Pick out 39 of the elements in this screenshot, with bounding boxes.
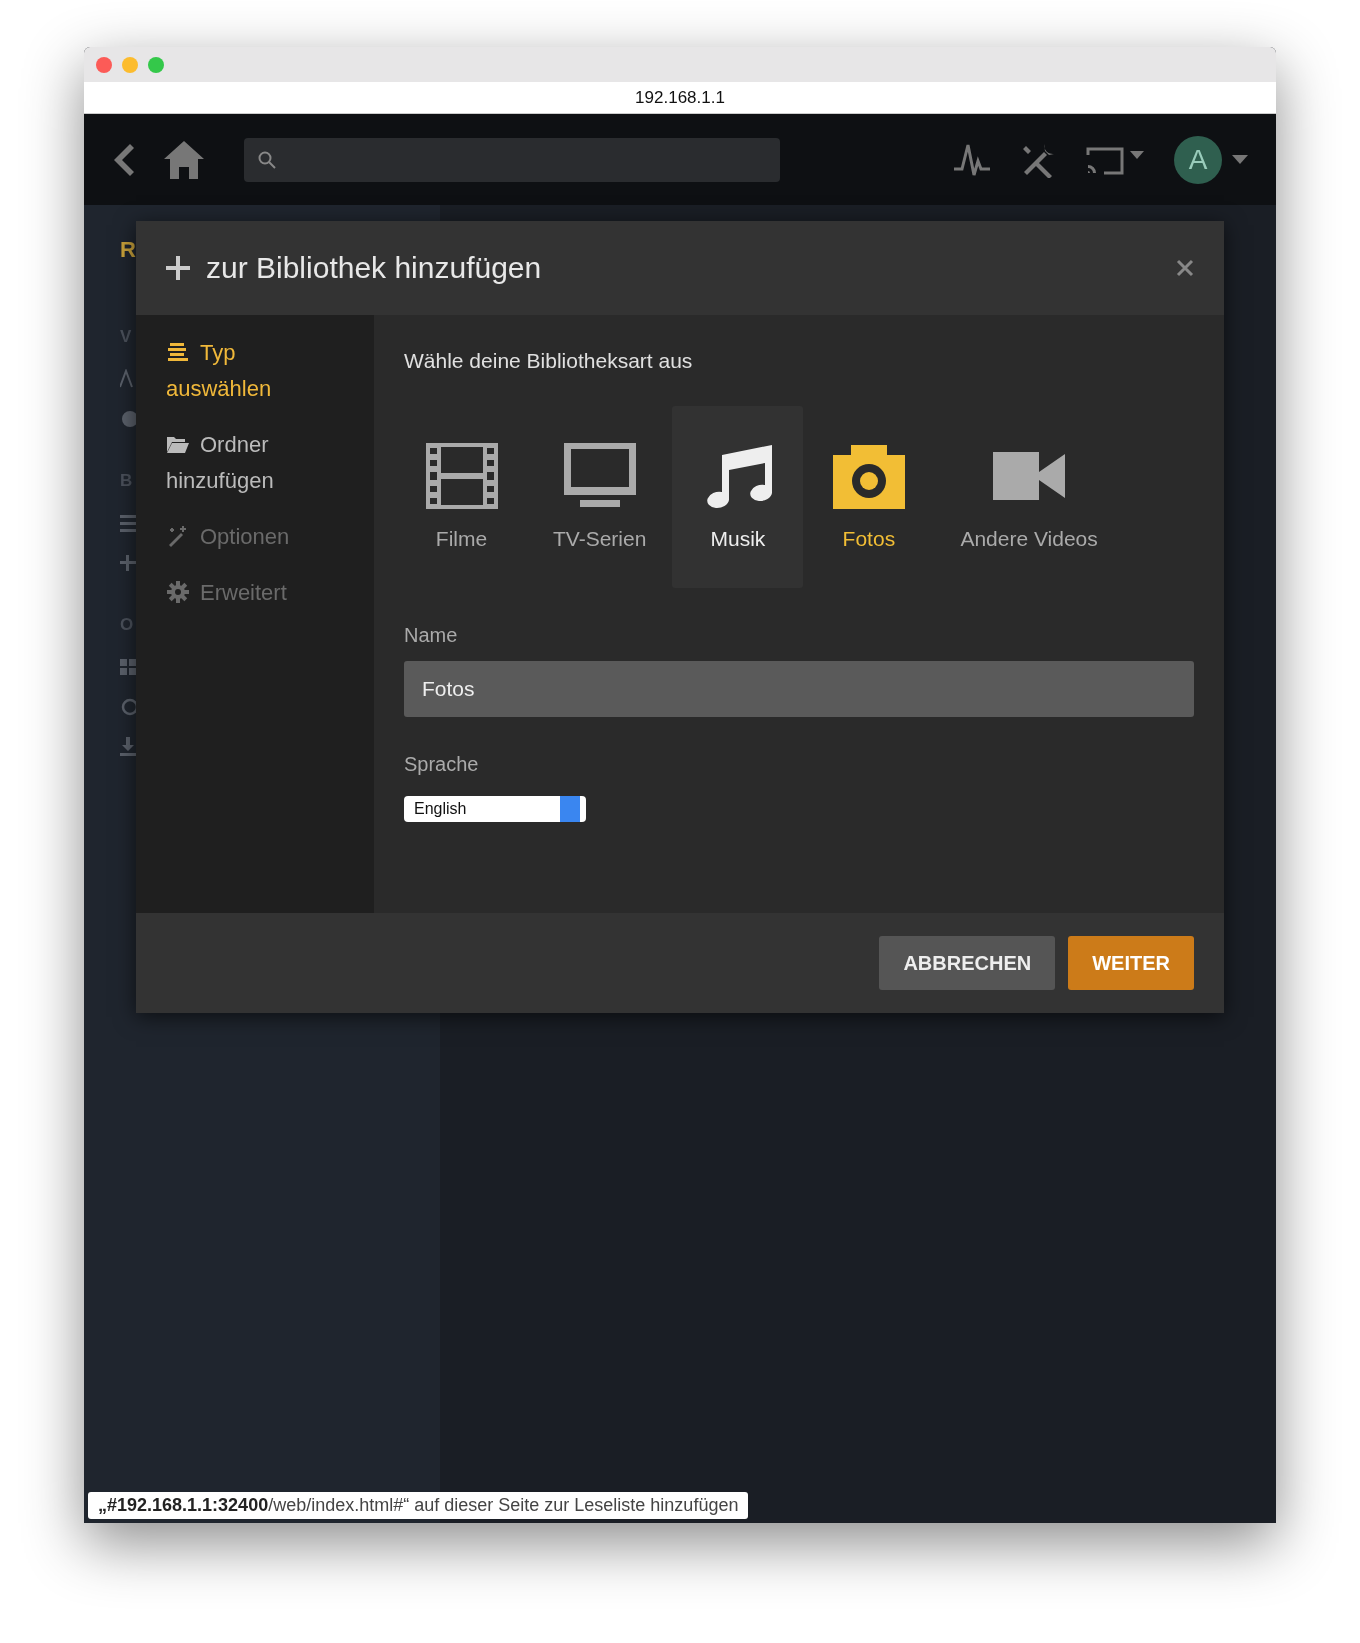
library-type-option[interactable]: Fotos <box>803 406 935 588</box>
clock-icon[interactable] <box>120 697 136 717</box>
pulse-icon[interactable] <box>120 369 136 389</box>
next-button[interactable]: WEITER <box>1068 936 1194 990</box>
library-type-option[interactable]: Andere Videos <box>934 406 1124 588</box>
pulse-icon[interactable] <box>954 142 990 177</box>
film-icon <box>425 443 498 509</box>
cancel-button[interactable]: ABBRECHEN <box>879 936 1056 990</box>
close-icon[interactable] <box>1176 259 1194 277</box>
list-icon[interactable] <box>120 513 136 533</box>
name-field[interactable]: Fotos <box>404 661 1194 717</box>
zoom-window-button[interactable] <box>148 56 164 73</box>
dialog-title: zur Bibliothek hinzufügen <box>206 251 543 285</box>
status-bar-text: „#192.168.1.1:32400/web/index.html#“ auf dieser Seite zur Leseliste hinzufügen <box>88 1492 749 1519</box>
back-icon[interactable] <box>112 143 134 176</box>
monitor-icon <box>563 443 636 509</box>
home-icon[interactable] <box>164 140 204 179</box>
grid-icon[interactable] <box>120 657 136 677</box>
download-icon[interactable] <box>120 737 136 757</box>
step-item[interactable]: Ordner hinzufügen <box>166 427 346 499</box>
search-icon <box>258 150 276 169</box>
library-type-option[interactable]: TV-Serien <box>527 406 673 588</box>
search-field[interactable] <box>244 137 780 182</box>
library-type-option[interactable]: Musik <box>672 406 804 588</box>
plus-icon[interactable] <box>120 553 136 573</box>
address-text[interactable]: 192.168.1.1 <box>635 87 725 108</box>
plus-icon <box>166 256 190 280</box>
name-label: Name <box>404 624 459 647</box>
section-heading: R <box>120 237 136 263</box>
prompt-text: Wähle deine Bibliotheksart aus <box>404 349 694 373</box>
close-window-button[interactable] <box>96 56 112 73</box>
caret-icon[interactable] <box>1232 154 1248 165</box>
camera-icon <box>832 443 905 509</box>
list-icon <box>166 340 190 364</box>
language-select[interactable]: English <box>404 796 586 822</box>
step-item[interactable]: Typ auswählen <box>166 335 346 407</box>
library-type-option[interactable]: Filme <box>396 406 527 588</box>
language-label: Sprache <box>404 753 480 776</box>
user-avatar[interactable]: A <box>1174 135 1222 184</box>
